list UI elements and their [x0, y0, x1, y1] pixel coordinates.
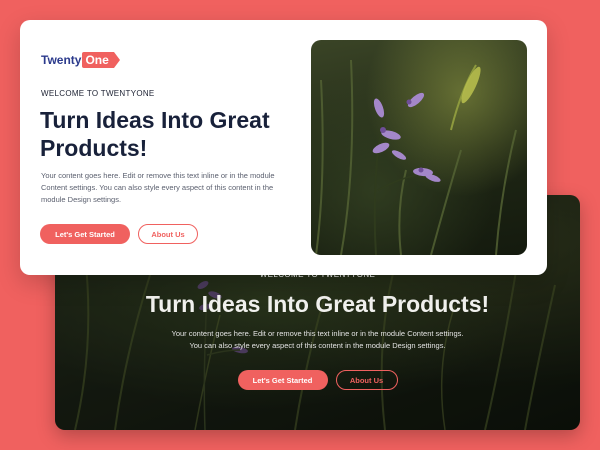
dark-description-line: You can also style every aspect of this …: [189, 341, 446, 350]
logo-badge: One: [82, 52, 121, 68]
hero-card: Twenty One WELCOME TO TWENTYONE Turn Ide…: [20, 20, 547, 275]
twentyone-logo[interactable]: Twenty One: [41, 52, 121, 68]
flower-illustration: [315, 59, 517, 255]
logo-word: Twenty: [41, 53, 82, 67]
dark-description-line: Your content goes here. Edit or remove t…: [171, 329, 464, 338]
dark-about-us-button[interactable]: About Us: [335, 370, 398, 390]
dark-get-started-button[interactable]: Let's Get Started: [237, 370, 328, 390]
eyebrow-text: WELCOME TO TWENTYONE: [41, 89, 155, 98]
button-row: Let's Get Started About Us: [40, 224, 198, 244]
hero-title: Turn Ideas Into Great Products!: [40, 107, 270, 161]
about-us-button[interactable]: About Us: [138, 224, 198, 244]
dark-button-row: Let's Get Started About Us: [55, 370, 580, 390]
dark-hero-description: Your content goes here. Edit or remove t…: [55, 328, 580, 352]
dark-hero-title: Turn Ideas Into Great Products!: [145, 291, 490, 317]
hero-description: Your content goes here. Edit or remove t…: [41, 171, 275, 204]
flower-photo: [311, 40, 527, 255]
get-started-button[interactable]: Let's Get Started: [40, 224, 130, 244]
